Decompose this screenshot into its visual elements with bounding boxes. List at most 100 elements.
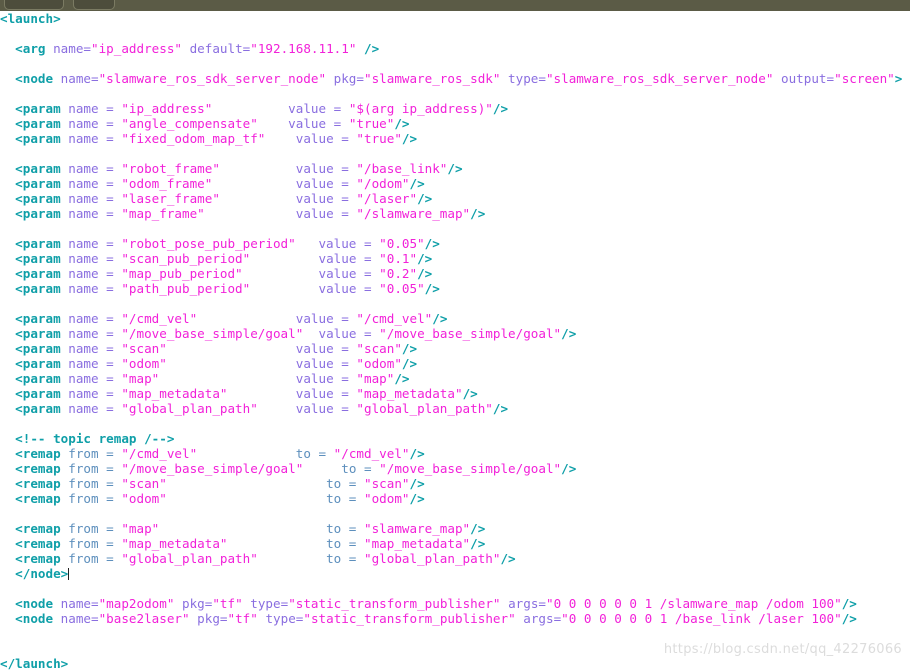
code-token-tag: />: [417, 266, 433, 281]
code-line: <remap from = "map" to = "slamware_map"/…: [0, 521, 910, 536]
code-token-attr: value =: [288, 116, 349, 131]
code-token-tag: <param: [15, 401, 69, 416]
code-token-tag: />: [401, 341, 418, 356]
code-token-tag: <param: [15, 311, 69, 326]
code-line: <param name = "map_metadata" value = "ma…: [0, 386, 910, 401]
code-line: <arg name="ip_address" default="192.168.…: [0, 41, 910, 56]
code-token-tag: <param: [15, 206, 69, 221]
code-token-str: "/move_base_simple/goal": [379, 326, 562, 341]
code-token-attr: name=: [60, 71, 99, 86]
code-editor-surface[interactable]: <launch> <arg name="ip_address" default=…: [0, 11, 910, 671]
code-line: </launch>: [0, 656, 910, 671]
code-token-attr: value =: [295, 131, 357, 146]
code-token-attr2: from =: [68, 461, 122, 476]
code-token-tag: <remap: [15, 446, 69, 461]
code-token-str: "angle_compensate": [121, 116, 258, 131]
code-token-str: "/cmd_vel": [356, 311, 433, 326]
code-token-attr: name =: [68, 326, 122, 341]
code-token-attr: name =: [68, 356, 122, 371]
code-line: <remap from = "/cmd_vel" to = "/cmd_vel"…: [0, 446, 910, 461]
code-token-str: "odom": [363, 491, 410, 506]
code-line: <param name = "/move_base_simple/goal" v…: [0, 326, 910, 341]
code-token-tag: />: [417, 251, 433, 266]
code-token-tag: <remap: [15, 551, 69, 566]
code-token-tag: />: [492, 101, 509, 116]
code-token-tag: />: [500, 551, 516, 566]
code-token-attr2: to =: [326, 551, 364, 566]
code-token-attr: value =: [295, 401, 357, 416]
code-token-attr: value =: [295, 356, 357, 371]
code-token-tag: <node: [15, 611, 61, 626]
code-token-str: "map_frame": [121, 206, 205, 221]
code-token-str: "screen": [834, 71, 895, 86]
code-token-str: "/odom": [356, 176, 410, 191]
code-token-attr: name =: [68, 371, 122, 386]
code-token-tag: >: [894, 71, 903, 86]
code-token-tag: />: [424, 281, 440, 296]
code-token-str: "/slamware_map": [356, 206, 471, 221]
code-token-str: "base2laser": [98, 611, 190, 626]
code-token-attr: name =: [68, 341, 122, 356]
code-token-tag: />: [417, 191, 433, 206]
code-token-str: "path_pub_period": [121, 281, 251, 296]
code-token-str: "map2odom": [98, 596, 175, 611]
code-token-str: "map_metadata": [356, 386, 463, 401]
code-token-attr2: from =: [68, 521, 122, 536]
code-token-str: "slamware_ros_sdk_server_node": [545, 71, 774, 86]
code-token-str: "0 0 0 0 0 0 1 /slamware_map /odom 100": [546, 596, 842, 611]
code-token-str: "true": [348, 116, 395, 131]
code-token-attr2: from =: [68, 446, 122, 461]
code-token-attr: value =: [295, 176, 357, 191]
text-cursor: [68, 568, 70, 580]
code-token-attr: name =: [68, 116, 122, 131]
code-token-attr2: to =: [295, 446, 334, 461]
code-token-str: "map_metadata": [121, 536, 228, 551]
code-token-attr: name =: [68, 236, 122, 251]
toolbar-button-left[interactable]: [4, 0, 64, 10]
code-token-attr: default=: [182, 41, 251, 56]
code-token-attr2: from =: [68, 491, 122, 506]
code-token-tag: <remap: [15, 476, 69, 491]
code-line: <remap from = "global_plan_path" to = "g…: [0, 551, 910, 566]
code-line: <param name = "map_pub_period" value = "…: [0, 266, 910, 281]
code-token-tag: />: [841, 611, 857, 626]
code-token-tag: <param: [15, 161, 69, 176]
xml-source-code[interactable]: <launch> <arg name="ip_address" default=…: [0, 11, 910, 671]
code-token-attr: name =: [68, 131, 122, 146]
code-token-tag: <remap: [15, 521, 69, 536]
code-token-str: "192.168.11.1": [250, 41, 357, 56]
toolbar-button-right[interactable]: [73, 0, 115, 10]
code-token-tag: />: [356, 41, 380, 56]
code-token-attr2: from =: [68, 551, 122, 566]
code-token-str: "/cmd_vel": [121, 446, 198, 461]
code-line: <param name = "ip_address" value = "$(ar…: [0, 101, 910, 116]
code-line: <remap from = "odom" to = "odom"/>: [0, 491, 910, 506]
code-token-attr2: from =: [68, 536, 122, 551]
code-line: <node name="slamware_ros_sdk_server_node…: [0, 71, 910, 86]
code-line: <!-- topic remap /-->: [0, 431, 910, 446]
code-token-attr: name=: [53, 41, 92, 56]
code-token-attr: type=: [242, 596, 289, 611]
